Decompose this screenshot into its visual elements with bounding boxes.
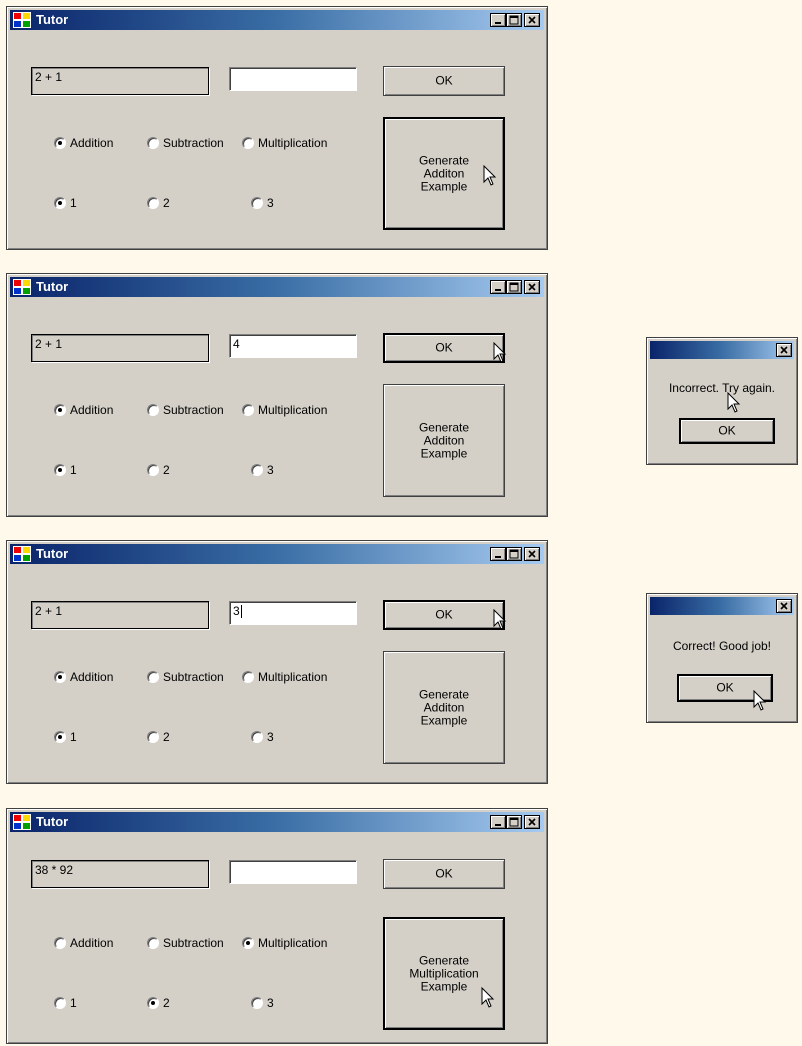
title-bar[interactable]: Tutor xyxy=(10,812,544,832)
app-icon xyxy=(13,546,31,562)
ok-button-label: OK xyxy=(435,340,453,355)
app-icon xyxy=(13,814,31,830)
close-button[interactable] xyxy=(776,599,792,613)
ok-button[interactable]: OK xyxy=(383,66,505,96)
mouse-cursor-icon xyxy=(727,392,741,413)
minimize-icon xyxy=(495,289,501,291)
generate-example-button[interactable]: Generate Additon Example xyxy=(383,651,505,764)
close-button[interactable] xyxy=(524,13,540,27)
minimize-button[interactable] xyxy=(490,13,506,27)
message-box-title-bar[interactable] xyxy=(650,341,794,359)
tutor-window-1: Tutor 2 + 1 OK Addition Subtraction Mult… xyxy=(6,6,548,250)
message-box-correct: Correct! Good job! OK xyxy=(646,593,798,723)
tutor-window-3: Tutor 2 + 1 3 OK Addition Subtraction Mu… xyxy=(6,540,548,784)
generate-example-button[interactable]: Generate Additon Example xyxy=(383,384,505,497)
problem-label: 2 + 1 xyxy=(31,601,209,629)
tutor-window-4: Tutor 38 * 92 OK Addition Subtraction Mu… xyxy=(6,808,548,1044)
maximize-icon xyxy=(509,15,519,25)
mouse-cursor-icon xyxy=(753,690,767,711)
close-icon xyxy=(528,283,536,291)
maximize-icon xyxy=(509,282,519,292)
app-icon xyxy=(13,279,31,295)
answer-input[interactable] xyxy=(229,860,357,884)
ok-button[interactable]: OK xyxy=(383,600,505,630)
mouse-cursor-icon xyxy=(483,165,497,186)
window-title: Tutor xyxy=(36,12,69,27)
close-icon xyxy=(528,16,536,24)
maximize-icon xyxy=(509,549,519,559)
minimize-button[interactable] xyxy=(490,280,506,294)
minimize-icon xyxy=(495,22,501,24)
ok-button[interactable]: OK xyxy=(383,333,505,363)
message-box-title-bar[interactable] xyxy=(650,597,794,615)
close-button[interactable] xyxy=(776,343,792,357)
answer-input[interactable]: 4 xyxy=(229,334,357,358)
problem-label: 2 + 1 xyxy=(31,67,209,95)
close-icon xyxy=(780,602,788,610)
message-box-incorrect: Incorrect. Try again. OK xyxy=(646,337,798,465)
mouse-cursor-icon xyxy=(493,342,507,363)
ok-button-label: OK xyxy=(718,423,736,438)
close-button[interactable] xyxy=(524,280,540,294)
generate-example-button[interactable]: Generate Multiplication Example xyxy=(383,917,505,1030)
close-button[interactable] xyxy=(524,815,540,829)
ok-button-label: OK xyxy=(435,866,453,881)
close-button[interactable] xyxy=(524,547,540,561)
ok-button-label: OK xyxy=(435,607,453,622)
window-title: Tutor xyxy=(36,814,69,829)
maximize-icon xyxy=(509,817,519,827)
problem-label: 38 * 92 xyxy=(31,860,209,888)
ok-button-label: OK xyxy=(435,73,453,88)
message-text: Correct! Good job! xyxy=(672,639,772,653)
mouse-cursor-icon xyxy=(481,987,495,1008)
maximize-button[interactable] xyxy=(506,815,522,829)
minimize-icon xyxy=(495,824,501,826)
maximize-button[interactable] xyxy=(506,280,522,294)
app-icon xyxy=(13,12,31,28)
window-title: Tutor xyxy=(36,546,69,561)
ok-button[interactable]: OK xyxy=(383,859,505,889)
title-bar[interactable]: Tutor xyxy=(10,544,544,564)
maximize-button[interactable] xyxy=(506,13,522,27)
close-icon xyxy=(528,818,536,826)
minimize-button[interactable] xyxy=(490,547,506,561)
answer-input[interactable]: 3 xyxy=(229,601,357,625)
text-caret xyxy=(240,605,242,619)
problem-label: 2 + 1 xyxy=(31,334,209,362)
window-title: Tutor xyxy=(36,279,69,294)
minimize-icon xyxy=(495,556,501,558)
mouse-cursor-icon xyxy=(493,609,507,630)
minimize-button[interactable] xyxy=(490,815,506,829)
tutor-window-2: Tutor 2 + 1 4 OK Addition Subtraction Mu… xyxy=(6,273,548,517)
title-bar[interactable]: Tutor xyxy=(10,277,544,297)
answer-input[interactable] xyxy=(229,67,357,91)
ok-button[interactable]: OK xyxy=(679,418,775,444)
close-icon xyxy=(780,346,788,354)
message-text: Incorrect. Try again. xyxy=(668,381,776,395)
maximize-button[interactable] xyxy=(506,547,522,561)
close-icon xyxy=(528,550,536,558)
title-bar[interactable]: Tutor xyxy=(10,10,544,30)
